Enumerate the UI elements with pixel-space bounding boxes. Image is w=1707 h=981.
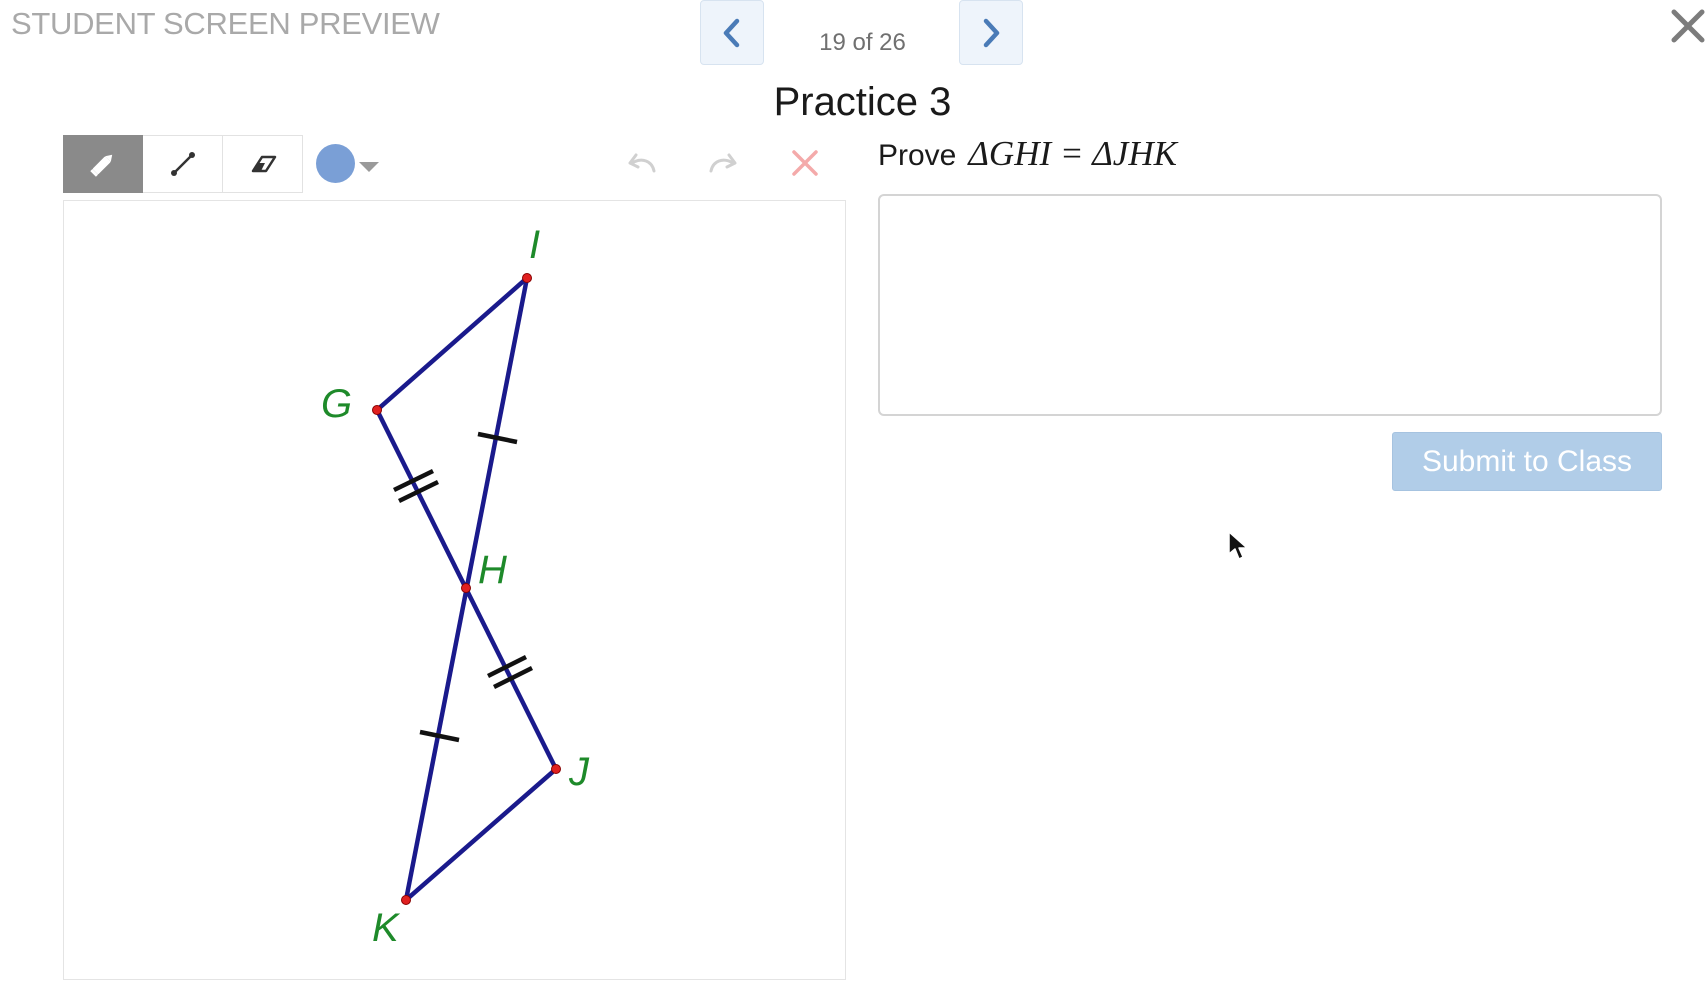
- line-segment-icon: [170, 152, 195, 176]
- point-K[interactable]: [401, 895, 411, 905]
- close-button[interactable]: [1670, 8, 1707, 48]
- answer-input[interactable]: [878, 194, 1662, 416]
- preview-label: STUDENT SCREEN PREVIEW: [11, 6, 440, 41]
- eraser-tool-button[interactable]: [223, 135, 303, 193]
- clear-icon: [792, 150, 818, 176]
- mouse-cursor-icon: [1228, 531, 1248, 560]
- page-counter: 19 of 26: [819, 29, 906, 56]
- close-icon: [1671, 9, 1705, 43]
- point-H[interactable]: [461, 583, 471, 593]
- point-I[interactable]: [522, 273, 532, 283]
- question-prompt: Prove ΔGHI = ΔJHK: [878, 134, 1177, 174]
- drawing-canvas[interactable]: I G H J K: [63, 200, 846, 980]
- undo-button[interactable]: [622, 145, 662, 181]
- redo-button[interactable]: [703, 145, 743, 181]
- eraser-icon: [251, 155, 276, 173]
- point-label-J: J: [568, 750, 590, 794]
- submit-to-class-button[interactable]: Submit to Class: [1392, 432, 1662, 491]
- point-label-G: G: [321, 382, 352, 426]
- line-tool-button[interactable]: [143, 135, 223, 193]
- chevron-right-icon: [983, 18, 1000, 47]
- pencil-icon: [90, 154, 113, 177]
- next-button[interactable]: [959, 0, 1023, 65]
- point-label-H: H: [478, 548, 507, 592]
- point-label-I: I: [529, 223, 540, 267]
- prompt-word: Prove: [878, 139, 957, 172]
- geometry-figure: I G H J K: [321, 223, 590, 950]
- page-title: Practice 3: [773, 80, 952, 124]
- clear-button[interactable]: [785, 145, 825, 181]
- point-J[interactable]: [551, 764, 561, 774]
- color-picker[interactable]: [316, 144, 379, 183]
- prompt-statement: ΔGHI = ΔJHK: [968, 134, 1177, 173]
- chevron-down-icon: [359, 161, 379, 172]
- undo-icon: [628, 153, 656, 173]
- chevron-left-icon: [723, 18, 740, 47]
- point-label-K: K: [372, 906, 401, 950]
- color-swatch: [316, 144, 355, 183]
- previous-button[interactable]: [700, 0, 764, 65]
- redo-icon: [709, 153, 737, 173]
- drawing-toolbar: [63, 135, 303, 193]
- pencil-tool-button[interactable]: [63, 135, 143, 193]
- point-G[interactable]: [372, 405, 382, 415]
